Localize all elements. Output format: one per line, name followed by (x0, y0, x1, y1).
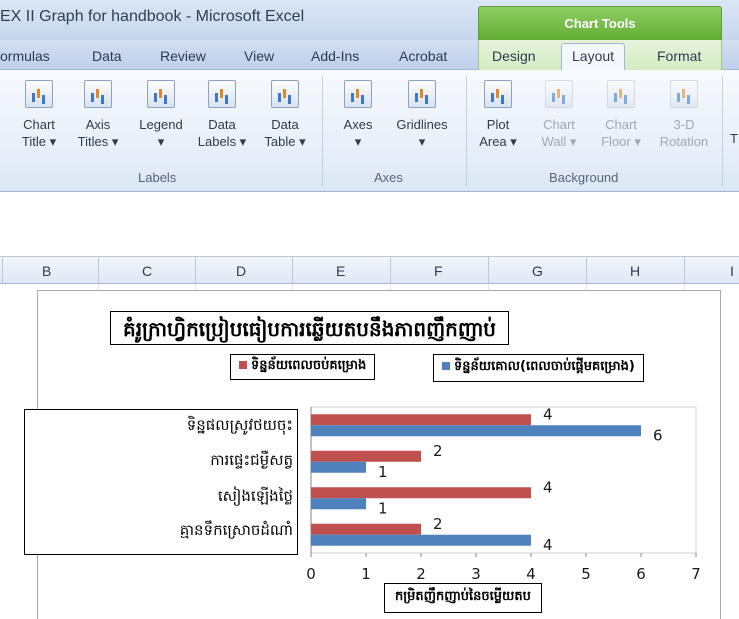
bar-end (311, 523, 421, 535)
axis-titles-button[interactable]: Axis Titles ▾ (72, 80, 124, 150)
tab-acrobat[interactable]: Acrobat (399, 48, 447, 64)
axis-titles-icon (84, 80, 112, 108)
formula-area (0, 192, 739, 256)
data-labels-button[interactable]: Data Labels ▾ (192, 80, 252, 150)
legend-key-red (239, 361, 247, 369)
bar-end (311, 450, 421, 462)
category-label: គ្មានទឹកស្រោចដំណាំ (179, 521, 293, 539)
x-tick-label: 0 (306, 565, 316, 583)
legend-label-end: ទិន្នន័យពេលចប់គម្រោង (251, 358, 367, 373)
bar-end (311, 414, 531, 426)
column-header-b[interactable]: B (42, 263, 51, 279)
3d-rotation-icon (670, 80, 698, 108)
tab-format[interactable]: Format (657, 48, 701, 64)
data-table-icon (271, 80, 299, 108)
gridlines-icon (408, 80, 436, 108)
x-tick-label: 5 (581, 565, 591, 583)
column-header-h[interactable]: H (630, 263, 640, 279)
tab-data[interactable]: Data (92, 48, 122, 64)
data-label: 4 (543, 405, 553, 423)
plot-area-icon (484, 80, 512, 108)
category-label: ការផ្ទេះជម្ងឺសត្វ (210, 451, 293, 469)
x-tick-label: 4 (526, 565, 536, 583)
window-title: EX II Graph for handbook - Microsoft Exc… (0, 8, 305, 25)
axes-button[interactable]: Axes ▾ (336, 80, 380, 150)
chart-tools-context-header: Chart Tools (478, 6, 722, 40)
column-header-f[interactable]: F (434, 263, 443, 279)
chart-wall-icon (545, 80, 573, 108)
data-label: 1 (378, 499, 388, 517)
column-header-c[interactable]: C (142, 263, 152, 279)
bar-end (311, 487, 531, 499)
legend-entry-end[interactable]: ទិន្នន័យពេលចប់គម្រោង (230, 354, 376, 380)
x-tick-label: 7 (691, 565, 701, 583)
legend-icon (147, 80, 175, 108)
ribbon-tabs: ormulas Data Review View Add-Ins Acrobat… (0, 40, 739, 71)
x-tick-label: 6 (636, 565, 646, 583)
data-labels-icon (208, 80, 236, 108)
chart-floor-icon (607, 80, 635, 108)
group-separator (722, 76, 723, 186)
plot-area-button[interactable]: Plot Area ▾ (474, 80, 522, 150)
category-axis-labels[interactable]: ទិន្នផលស្រូវថយចុះ ការផ្ទេះជម្ងឺសត្វ សៀងឡ… (24, 409, 298, 555)
legend-key-blue (442, 362, 450, 370)
data-label: 2 (433, 515, 443, 533)
column-header-i[interactable]: I (730, 263, 734, 279)
data-label: 2 (433, 442, 443, 460)
x-tick-label: 2 (416, 565, 426, 583)
bar-baseline (311, 425, 641, 437)
tab-review[interactable]: Review (160, 48, 206, 64)
category-label: ទិន្នផលស្រូវថយចុះ (186, 416, 293, 434)
bar-baseline (311, 461, 366, 473)
group-separator (322, 76, 323, 186)
column-header-e[interactable]: E (336, 263, 345, 279)
category-label: សៀងឡើងថ្លៃ (217, 487, 293, 505)
tab-formulas[interactable]: ormulas (0, 48, 50, 64)
legend-entry-baseline[interactable]: ទិន្នន័យគោល(ពេលចាប់ផ្តើមគម្រោង) (433, 354, 644, 382)
gridlines-button[interactable]: Gridlines ▾ (388, 80, 456, 150)
legend-label-baseline: ទិន្នន័យគោល(ពេលចាប់ផ្តើមគម្រោង) (454, 359, 635, 374)
legend-button[interactable]: Legend ▾ (133, 80, 189, 150)
column-header-d[interactable]: D (236, 263, 246, 279)
tab-add-ins[interactable]: Add-Ins (311, 48, 359, 64)
data-label: 1 (378, 463, 388, 481)
tab-layout[interactable]: Layout (561, 43, 626, 71)
chart-wall-button[interactable]: Chart Wall ▾ (534, 80, 584, 150)
data-label: 4 (543, 536, 553, 554)
cut-off-button-label[interactable]: T (730, 130, 738, 147)
chart-title-icon (25, 80, 53, 108)
axes-group-label: Axes (374, 170, 403, 185)
chart-title-button[interactable]: Chart Title ▾ (16, 80, 62, 150)
column-headers: B C D E F G H I (0, 256, 739, 285)
x-tick-label: 1 (361, 565, 371, 583)
title-bar: EX II Graph for handbook - Microsoft Exc… (0, 0, 739, 40)
data-table-button[interactable]: Data Table ▾ (256, 80, 314, 150)
x-tick-label: 3 (471, 565, 481, 583)
tab-design[interactable]: Design (492, 48, 536, 64)
column-header-g[interactable]: G (532, 263, 543, 279)
ribbon: Chart Title ▾ Axis Titles ▾ Legend ▾ Dat… (0, 70, 739, 192)
tab-view[interactable]: View (244, 48, 274, 64)
labels-group-label: Labels (138, 170, 177, 185)
3d-rotation-button[interactable]: 3-D Rotation (652, 80, 716, 150)
data-label: 6 (653, 426, 663, 444)
chart-object[interactable]: 4 6 2 1 4 1 2 4 0 1 2 3 4 5 6 7 គំរូក្រាហ្វិកប្រៀបធៀបកា… (24, 290, 721, 619)
bar-baseline (311, 534, 531, 546)
group-separator (466, 76, 467, 186)
chart-tools-label: Chart Tools (564, 16, 636, 31)
axes-icon (344, 80, 372, 108)
background-group-label: Background (549, 170, 619, 185)
chart-title[interactable]: គំរូក្រាហ្វិកប្រៀបធៀបការឆ្លើយតបនឹងភាពញឹក… (110, 311, 509, 345)
x-axis-title[interactable]: កម្រិតញឹកញាប់នៃចម្លើយតប (384, 583, 542, 613)
chart-floor-button[interactable]: Chart Floor ▾ (594, 80, 648, 150)
bar-baseline (311, 498, 366, 510)
data-label: 4 (543, 478, 553, 496)
